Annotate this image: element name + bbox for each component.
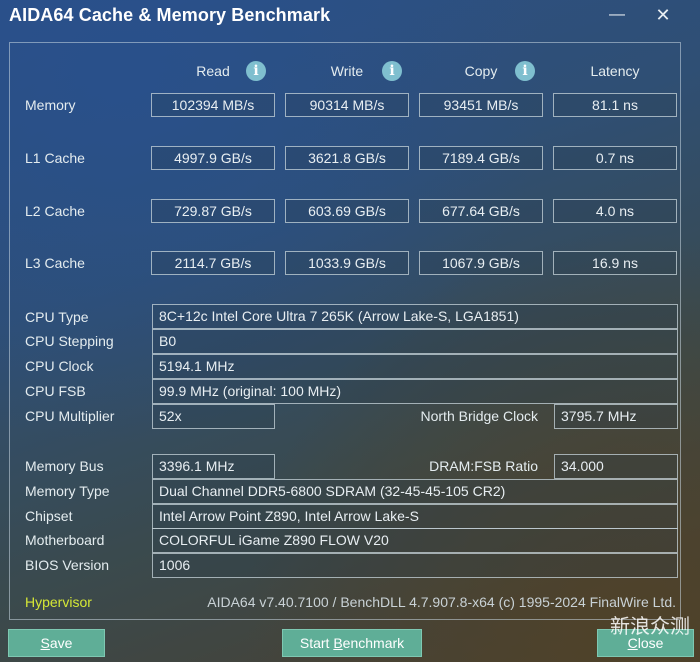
row-label-l2-cache: L2 Cache (25, 203, 85, 219)
read-info-icon[interactable]: i (246, 61, 266, 81)
l3-copy-value: 1067.9 GB/s (419, 251, 543, 275)
close-icon: ✕ (655, 5, 671, 25)
memory-latency-value: 81.1 ns (553, 93, 677, 117)
l1-copy-value: 7189.4 GB/s (419, 146, 543, 170)
start-mnemonic: B (333, 635, 343, 651)
start-label-rest: enchmark (342, 635, 405, 651)
cpu-fsb-value: 99.9 MHz (original: 100 MHz) (152, 379, 678, 404)
watermark: 新浪众测 (610, 614, 690, 638)
memory-type-label: Memory Type (25, 483, 110, 499)
dram-fsb-ratio-label: DRAM:FSB Ratio (429, 458, 538, 474)
l1-read-value: 4997.9 GB/s (151, 146, 275, 170)
memory-copy-value: 93451 MB/s (419, 93, 543, 117)
chipset-value: Intel Arrow Point Z890, Intel Arrow Lake… (152, 504, 678, 529)
memory-write-value: 90314 MB/s (285, 93, 409, 117)
minimize-button[interactable]: — (602, 2, 632, 28)
save-button[interactable]: Save (8, 629, 105, 657)
write-info-icon[interactable]: i (382, 61, 402, 81)
bios-version-value: 1006 (152, 553, 678, 578)
memory-read-value: 102394 MB/s (151, 93, 275, 117)
l2-copy-value: 677.64 GB/s (419, 199, 543, 223)
row-label-l3-cache: L3 Cache (25, 255, 85, 271)
row-label-l1-cache: L1 Cache (25, 150, 85, 166)
minimize-icon: — (609, 6, 625, 23)
save-label: ave (49, 635, 73, 651)
l1-latency-value: 0.7 ns (553, 146, 677, 170)
motherboard-value: COLORFUL iGame Z890 FLOW V20 (152, 528, 678, 553)
cpu-clock-value: 5194.1 MHz (152, 354, 678, 379)
l3-write-value: 1033.9 GB/s (285, 251, 409, 275)
bios-version-label: BIOS Version (25, 557, 110, 573)
version-text: AIDA64 v7.40.7100 / BenchDLL 4.7.907.8-x… (207, 594, 676, 610)
cpu-fsb-label: CPU FSB (25, 383, 86, 399)
l2-write-value: 603.69 GB/s (285, 199, 409, 223)
motherboard-label: Motherboard (25, 532, 105, 548)
hypervisor-label: Hypervisor (25, 594, 92, 610)
l3-latency-value: 16.9 ns (553, 251, 677, 275)
l3-read-value: 2114.7 GB/s (151, 251, 275, 275)
row-label-memory: Memory (25, 97, 76, 113)
memory-bus-value: 3396.1 MHz (152, 454, 275, 479)
cpu-multiplier-value: 52x (152, 404, 275, 429)
window-title: AIDA64 Cache & Memory Benchmark (9, 5, 331, 25)
save-mnemonic: S (40, 635, 50, 651)
cpu-stepping-label: CPU Stepping (25, 333, 114, 349)
start-label-pre: Start (299, 635, 334, 651)
north-bridge-clock-label: North Bridge Clock (420, 408, 539, 424)
cpu-type-label: CPU Type (25, 309, 89, 325)
start-benchmark-button[interactable]: Start Benchmark (282, 629, 422, 657)
chipset-label: Chipset (25, 508, 73, 524)
column-header-latency: Latency (590, 63, 640, 79)
memory-type-value: Dual Channel DDR5-6800 SDRAM (32-45-45-1… (152, 479, 678, 504)
cpu-stepping-value: B0 (152, 329, 678, 354)
cpu-multiplier-label: CPU Multiplier (25, 408, 115, 424)
north-bridge-clock-value: 3795.7 MHz (554, 404, 678, 429)
memory-bus-label: Memory Bus (25, 458, 104, 474)
copy-info-icon[interactable]: i (515, 61, 535, 81)
dram-fsb-ratio-value: 34.000 (554, 454, 678, 479)
cpu-clock-label: CPU Clock (25, 358, 94, 374)
l2-read-value: 729.87 GB/s (151, 199, 275, 223)
cpu-type-value: 8C+12c Intel Core Ultra 7 265K (Arrow La… (152, 304, 678, 329)
l2-latency-value: 4.0 ns (553, 199, 677, 223)
l1-write-value: 3621.8 GB/s (285, 146, 409, 170)
close-window-button[interactable]: ✕ (648, 2, 678, 28)
